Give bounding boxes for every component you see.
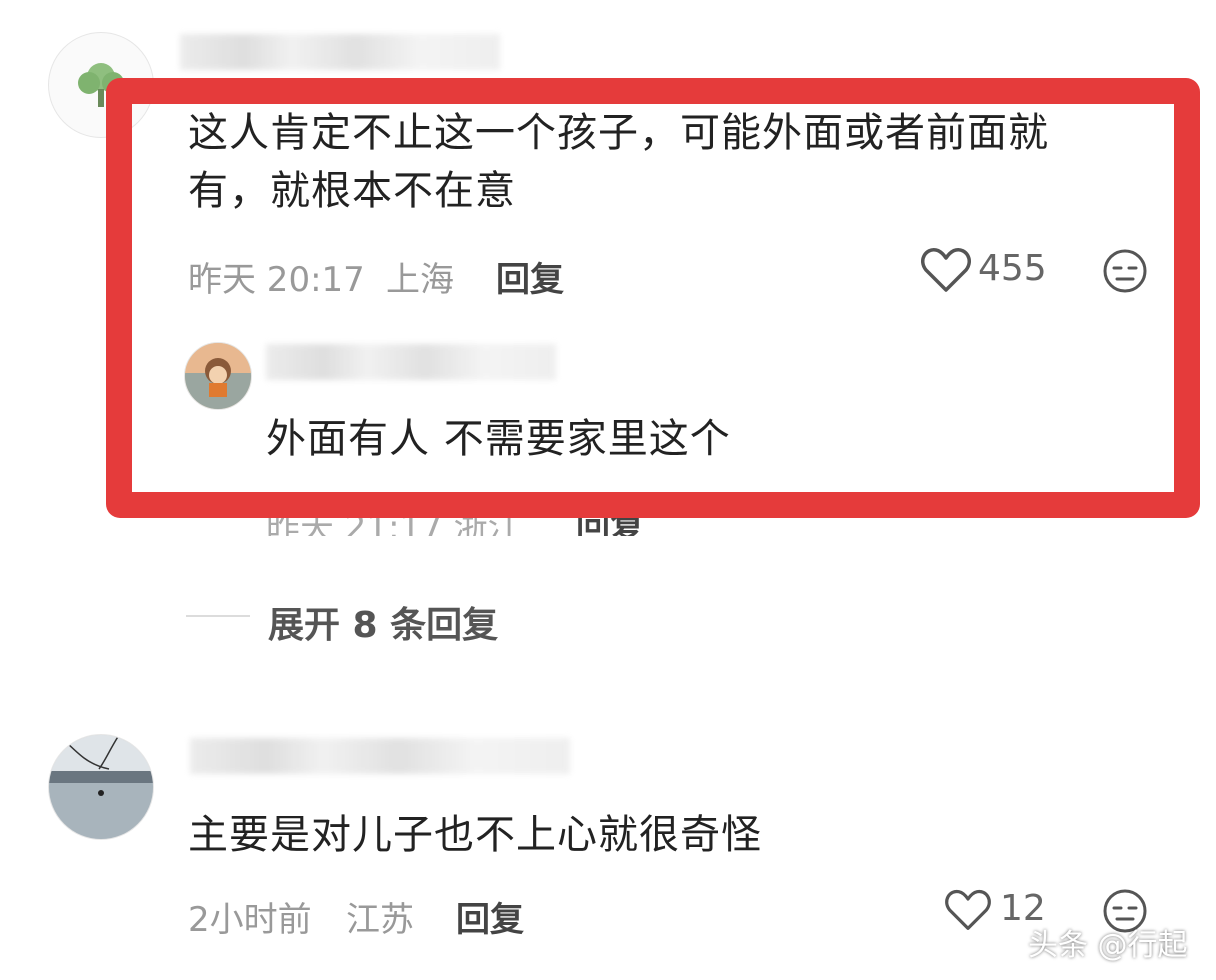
- username-blurred[interactable]: [180, 34, 500, 70]
- cartoon-avatar-icon: [185, 343, 251, 409]
- comment-location: 上海: [386, 260, 454, 300]
- heart-icon[interactable]: [944, 888, 992, 932]
- lake-avatar-icon: [49, 735, 153, 839]
- avatar[interactable]: [48, 32, 154, 138]
- reply-button[interactable]: 回复: [496, 252, 564, 301]
- reply-text: 外面有人 不需要家里这个: [266, 416, 731, 462]
- reply-reply-button[interactable]: 回复: [576, 500, 644, 536]
- reply-username-blurred[interactable]: [266, 344, 556, 380]
- comment-time: 昨天 20:17: [188, 260, 365, 300]
- like-count: 455: [978, 248, 1047, 289]
- comment-location: 江苏: [346, 900, 414, 940]
- tree-avatar-icon: [78, 63, 124, 107]
- watermark: 头条 @行起: [1028, 928, 1188, 963]
- reply-meta-row: 昨天 21:17 浙江 回复: [266, 500, 1166, 536]
- expand-divider: [186, 615, 250, 617]
- comment-text: 主要是对儿子也不上心就很奇怪: [188, 812, 762, 858]
- dislike-face-icon[interactable]: [1102, 248, 1148, 294]
- reply-meta: 昨天 21:17 浙江: [266, 508, 522, 536]
- reply-avatar[interactable]: [184, 342, 252, 410]
- reply-button[interactable]: 回复: [456, 892, 524, 941]
- avatar[interactable]: [48, 734, 154, 840]
- comment-text: 这人肯定不止这一个孩子，可能外面或者前面就 有，就根本不在意: [188, 110, 1049, 214]
- username-blurred[interactable]: [190, 738, 570, 774]
- comment-time: 2小时前: [188, 900, 312, 940]
- expand-replies-button[interactable]: 展开 8 条回复: [268, 596, 498, 648]
- heart-icon[interactable]: [920, 246, 972, 294]
